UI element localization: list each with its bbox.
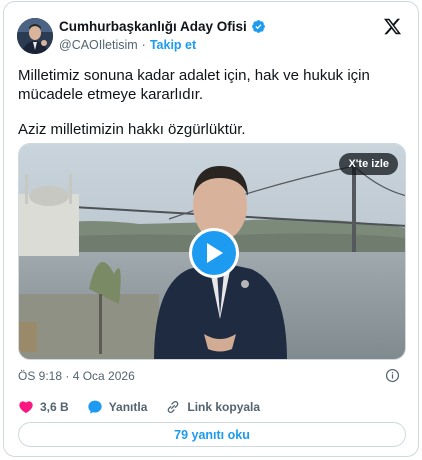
- avatar[interactable]: [17, 18, 53, 54]
- follow-button[interactable]: Takip et: [150, 38, 196, 52]
- like-count: 3,6 B: [40, 400, 69, 414]
- play-button[interactable]: [189, 228, 239, 278]
- reply-bubble-icon: [88, 400, 102, 414]
- verified-badge-icon: [251, 20, 265, 33]
- copy-link-button[interactable]: Link kopyala: [165, 399, 260, 415]
- tweet-timestamp[interactable]: ÖS 9:18 · 4 Oca 2026: [18, 369, 135, 383]
- x-logo-icon[interactable]: [383, 17, 402, 36]
- tweet-card: Cumhurbaşkanlığı Aday Ofisi @CAOIletisim…: [3, 1, 419, 457]
- heart-icon: [19, 401, 33, 414]
- tweet-text-paragraph-1: Milletimiz sonuna kadar adalet için, hak…: [18, 67, 370, 103]
- info-icon[interactable]: [385, 368, 400, 383]
- author-handle[interactable]: @CAOIletisim: [59, 38, 138, 52]
- like-button[interactable]: 3,6 B: [18, 399, 69, 415]
- author-name-row[interactable]: Cumhurbaşkanlığı Aday Ofisi: [59, 19, 266, 34]
- author-name[interactable]: Cumhurbaşkanlığı Aday Ofisi: [59, 19, 247, 34]
- separator-dot: ·: [141, 38, 146, 52]
- reply-button[interactable]: Yanıtla: [87, 399, 148, 415]
- action-bar: 3,6 B Yanıtla Link kopyala: [18, 399, 278, 415]
- reply-label: Yanıtla: [108, 400, 148, 414]
- watch-on-x-badge[interactable]: X'te izle: [339, 153, 398, 175]
- read-replies-button[interactable]: 79 yanıtı oku: [18, 422, 406, 447]
- video-player[interactable]: X'te izle: [18, 143, 406, 360]
- handle-row: @CAOIletisim · Takip et: [59, 38, 196, 52]
- tweet-text-paragraph-2: Aziz milletimizin hakkı özgürlüktür.: [18, 121, 246, 138]
- link-icon: [168, 401, 179, 413]
- play-icon: [207, 243, 223, 263]
- copy-link-label: Link kopyala: [187, 400, 261, 414]
